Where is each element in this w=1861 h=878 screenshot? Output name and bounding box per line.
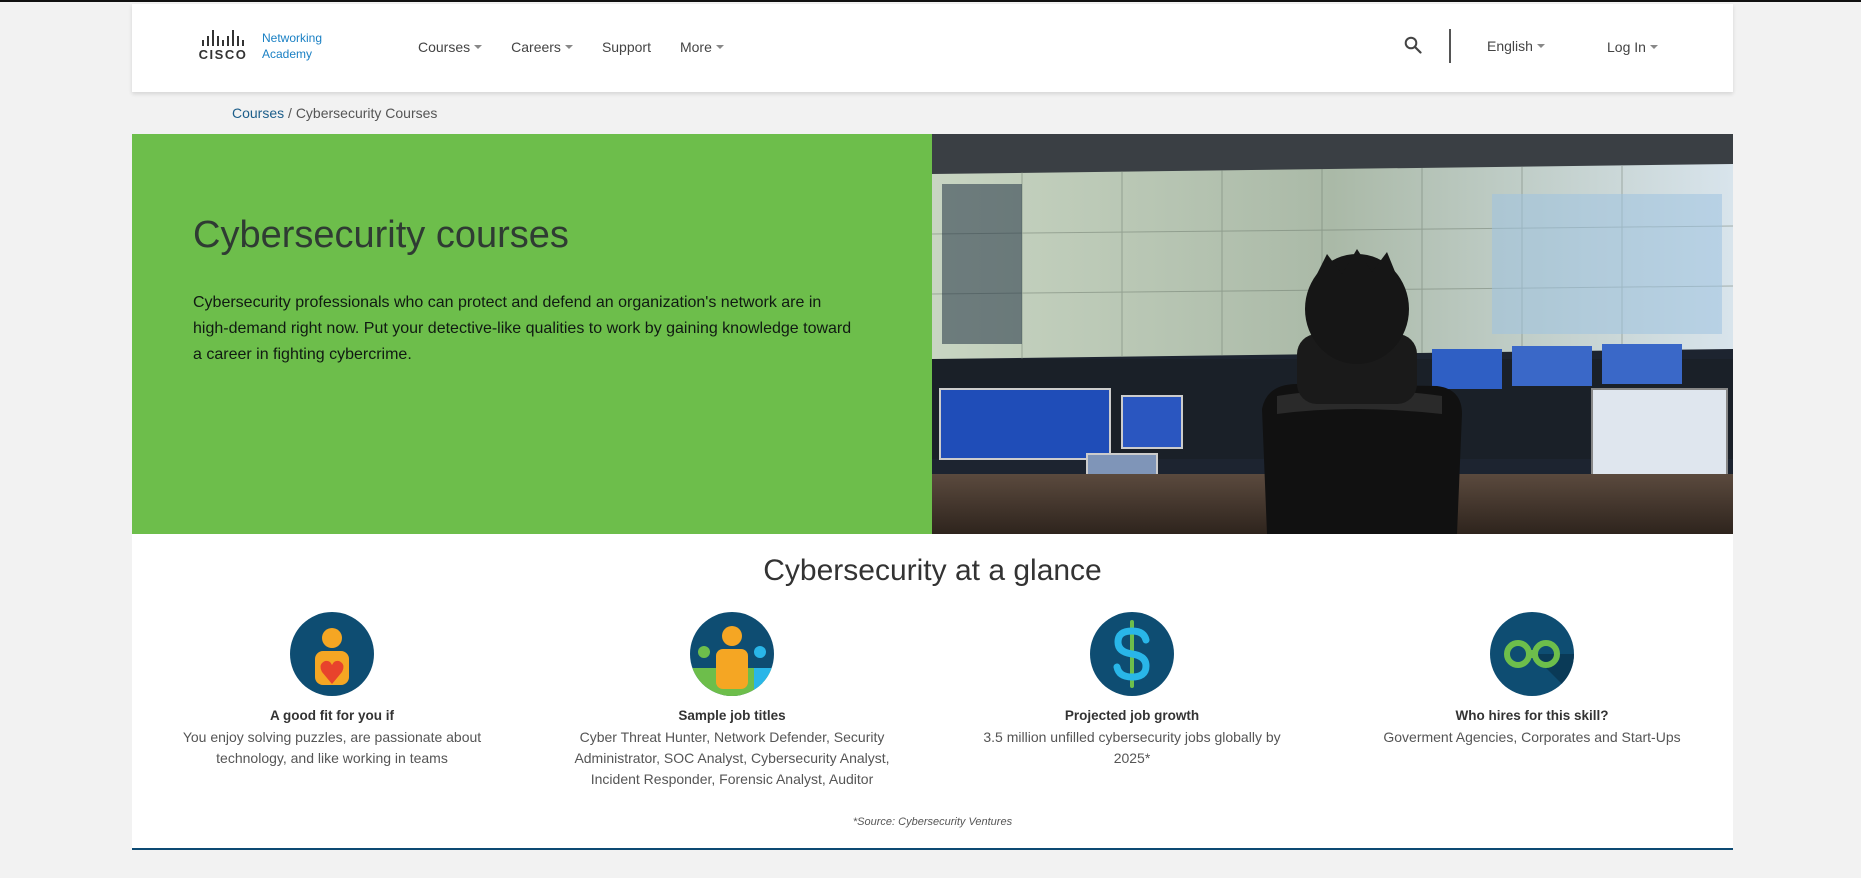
- top-border: [0, 0, 1861, 2]
- glance-text: Goverment Agencies, Corporates and Start…: [1383, 729, 1681, 745]
- chevron-down-icon: [715, 45, 724, 49]
- chevron-down-icon: [1649, 45, 1658, 49]
- glance-text: 3.5 million unfilled cybersecurity jobs …: [983, 729, 1281, 766]
- nav-courses-label: Courses: [418, 39, 471, 55]
- glance-heading: A good fit for you if: [270, 708, 394, 723]
- language-selector[interactable]: English: [1487, 38, 1545, 54]
- nav-courses[interactable]: Courses: [418, 39, 483, 55]
- logo-academy-text: Academy: [262, 47, 313, 61]
- glance-item-good-fit: A good fit for you if You enjoy solving …: [172, 612, 492, 769]
- nav-support[interactable]: Support: [602, 39, 651, 55]
- source-note: *Source: Cybersecurity Ventures: [852, 816, 1013, 828]
- team-icon: [690, 612, 774, 696]
- glance-heading: Who hires for this skill?: [1455, 708, 1609, 723]
- nav-support-label: Support: [601, 39, 651, 55]
- breadcrumb-current: Cybersecurity Courses: [295, 105, 438, 121]
- login-menu[interactable]: Log In: [1607, 39, 1658, 55]
- breadcrumb-separator: /: [284, 105, 296, 121]
- glance-heading: Sample job titles: [678, 708, 786, 723]
- header-divider: [1449, 29, 1451, 63]
- glance-text: Cyber Threat Hunter, Network Defender, S…: [574, 729, 890, 787]
- glance-item-job-growth: Projected job growth 3.5 million unfille…: [972, 612, 1292, 769]
- chevron-down-icon: [564, 45, 573, 49]
- cisco-logo[interactable]: CISCO Networking Academy: [194, 30, 322, 62]
- cisco-wordmark: CISCO: [198, 47, 248, 62]
- nav-careers-label: Careers: [511, 39, 561, 55]
- site-header: CISCO Networking Academy Courses Careers…: [132, 4, 1733, 92]
- nav-more[interactable]: More: [680, 39, 724, 55]
- dollar-icon: [1090, 612, 1174, 696]
- nav-more-label: More: [679, 39, 712, 55]
- nav-careers[interactable]: Careers: [511, 39, 573, 55]
- breadcrumb-courses-link[interactable]: Courses: [232, 105, 284, 121]
- login-label: Log In: [1607, 39, 1646, 55]
- glance-heading: Projected job growth: [1064, 708, 1200, 723]
- glance-item-job-titles: Sample job titles Cyber Threat Hunter, N…: [572, 612, 892, 790]
- section-bottom-border: [132, 848, 1733, 850]
- section-title: Cybersecurity at a glance: [763, 554, 1102, 587]
- person-heart-icon: [290, 612, 374, 696]
- main-nav: Courses Careers Support More: [418, 39, 753, 55]
- logo-networking-text: Networking: [262, 31, 323, 45]
- language-label: English: [1487, 38, 1533, 54]
- chevron-down-icon: [474, 45, 483, 49]
- breadcrumb: Courses / Cybersecurity Courses: [232, 105, 437, 121]
- cisco-bridge-logo-icon: CISCO: [194, 30, 252, 62]
- glance-text: You enjoy solving puzzles, are passionat…: [182, 729, 482, 766]
- page-title: Cybersecurity courses: [193, 214, 569, 256]
- search-icon[interactable]: [1404, 36, 1422, 54]
- hero-image: [932, 134, 1733, 534]
- hero-panel: Cybersecurity courses Cybersecurity prof…: [132, 134, 932, 534]
- chevron-down-icon: [1536, 44, 1545, 48]
- at-a-glance-section: Cybersecurity at a glance A good fit for…: [132, 534, 1733, 850]
- binoculars-icon: [1490, 612, 1574, 696]
- control-room-photo: [932, 134, 1733, 534]
- glance-item-who-hires: Who hires for this skill? Goverment Agen…: [1372, 612, 1692, 748]
- hero-description: Cybersecurity professionals who can prot…: [193, 294, 852, 363]
